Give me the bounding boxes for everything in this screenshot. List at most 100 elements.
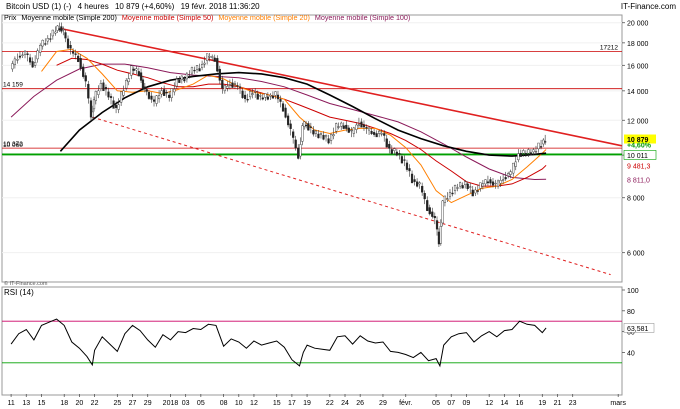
x-axis-tick-label: 12: [485, 400, 493, 407]
candle-body: [418, 182, 421, 185]
candle-body: [41, 39, 44, 47]
candle-body: [544, 141, 547, 143]
candle-body: [117, 104, 120, 110]
candle-body: [433, 215, 436, 219]
x-axis-tick-label: 03: [182, 400, 190, 407]
candle-body: [77, 55, 80, 62]
candle-body: [141, 79, 145, 89]
candle-body: [274, 91, 277, 96]
candle-body: [266, 96, 269, 100]
x-axis-tick-label: 17: [288, 400, 296, 407]
price-axis-tick-label: 6 000: [627, 251, 645, 258]
candle-body: [238, 86, 242, 88]
price-tag-label: +4,60%: [627, 143, 652, 150]
candle-body: [289, 123, 292, 129]
x-axis-tick-label: 16: [516, 400, 524, 407]
candle-body: [459, 182, 462, 187]
candle-body: [195, 65, 199, 70]
x-axis-tick-label: 22: [91, 400, 99, 407]
candle-body: [211, 56, 214, 58]
candle-body: [309, 126, 312, 128]
candle-body: [476, 190, 479, 192]
x-axis-tick-label: 15: [273, 400, 281, 407]
x-axis-tick-label: 27: [129, 400, 137, 407]
candle-body: [256, 93, 259, 100]
support-level-label: 10 060: [3, 142, 23, 149]
candle-body: [223, 85, 226, 92]
candle-body: [249, 91, 252, 98]
rsi-label: RSI (14): [4, 288, 34, 297]
candle-body: [120, 91, 123, 103]
x-axis-tick-label: 05: [432, 400, 440, 407]
candle-body: [286, 115, 290, 126]
candle-body: [423, 193, 426, 200]
candle-body: [373, 132, 376, 135]
candle-body: [84, 75, 87, 82]
candle-body: [97, 90, 100, 95]
candle-body: [89, 100, 93, 118]
candle-body: [180, 75, 183, 80]
candle-body: [355, 124, 358, 130]
legend-sma100: Moyenne mobile (Simple 100): [315, 13, 410, 22]
candle-body: [139, 72, 143, 81]
candle-body: [451, 192, 454, 195]
candle-body: [337, 126, 340, 128]
candle-body: [416, 181, 419, 187]
candle-body: [474, 189, 477, 194]
candle-body: [155, 95, 158, 104]
candle-body: [91, 111, 94, 118]
candle-body: [21, 54, 24, 56]
price-tag-label: 8 811,0: [627, 177, 650, 184]
legend-sma200: Moyenne mobile (Simple 200): [21, 13, 116, 22]
candle-body: [393, 148, 396, 151]
x-axis-tick-label: 19: [303, 400, 311, 407]
candle-body: [150, 95, 153, 100]
candle-body: [82, 66, 85, 77]
candle-body: [537, 142, 540, 150]
candle-body: [216, 58, 219, 72]
candle-body: [307, 123, 310, 131]
x-axis-tick-label: 2018: [163, 400, 179, 407]
candle-body: [261, 97, 264, 100]
chart-svg: Bitcoin USD (1) (-) 4 heures 10 879 (+4,…: [1, 2, 676, 407]
candle-body: [127, 78, 130, 82]
candle-body: [464, 181, 467, 185]
x-axis-tick-label: 12: [250, 400, 258, 407]
candle-body: [421, 185, 424, 193]
candle-body: [345, 124, 348, 129]
candle-body: [152, 99, 156, 102]
candle-body: [350, 129, 353, 132]
brand-label: IT-Finance.com: [621, 2, 676, 11]
candle-body: [66, 38, 70, 49]
candle-body: [504, 177, 507, 180]
candle-body: [292, 131, 295, 138]
candle-body: [259, 95, 262, 97]
candle-body: [410, 173, 414, 184]
candle-body: [527, 149, 530, 154]
candle-body: [327, 138, 330, 144]
candle-body: [49, 38, 52, 40]
x-axis-tick-label: 20: [76, 400, 84, 407]
candle-body: [16, 59, 19, 61]
candle-body: [79, 58, 82, 69]
candle-body: [269, 94, 272, 97]
candle-body: [104, 87, 108, 90]
candle-body: [157, 95, 161, 100]
x-axis-tick-label: 07: [447, 400, 455, 407]
candle-body: [347, 127, 350, 133]
candle-body: [62, 29, 65, 31]
candle-body: [507, 173, 510, 177]
candle-body: [114, 104, 118, 108]
candle-body: [542, 139, 545, 145]
candle-body: [271, 95, 275, 99]
candle-body: [408, 168, 411, 172]
x-axis-tick-label: 14: [500, 400, 508, 407]
candle-body: [233, 83, 237, 85]
candle-body: [491, 181, 495, 186]
candle-body: [175, 78, 178, 87]
x-axis-tick-label: 29: [144, 400, 152, 407]
candle-body: [395, 151, 398, 156]
candle-body: [322, 134, 325, 140]
candle-body: [441, 200, 444, 224]
x-axis-tick-label: 21: [554, 400, 562, 407]
